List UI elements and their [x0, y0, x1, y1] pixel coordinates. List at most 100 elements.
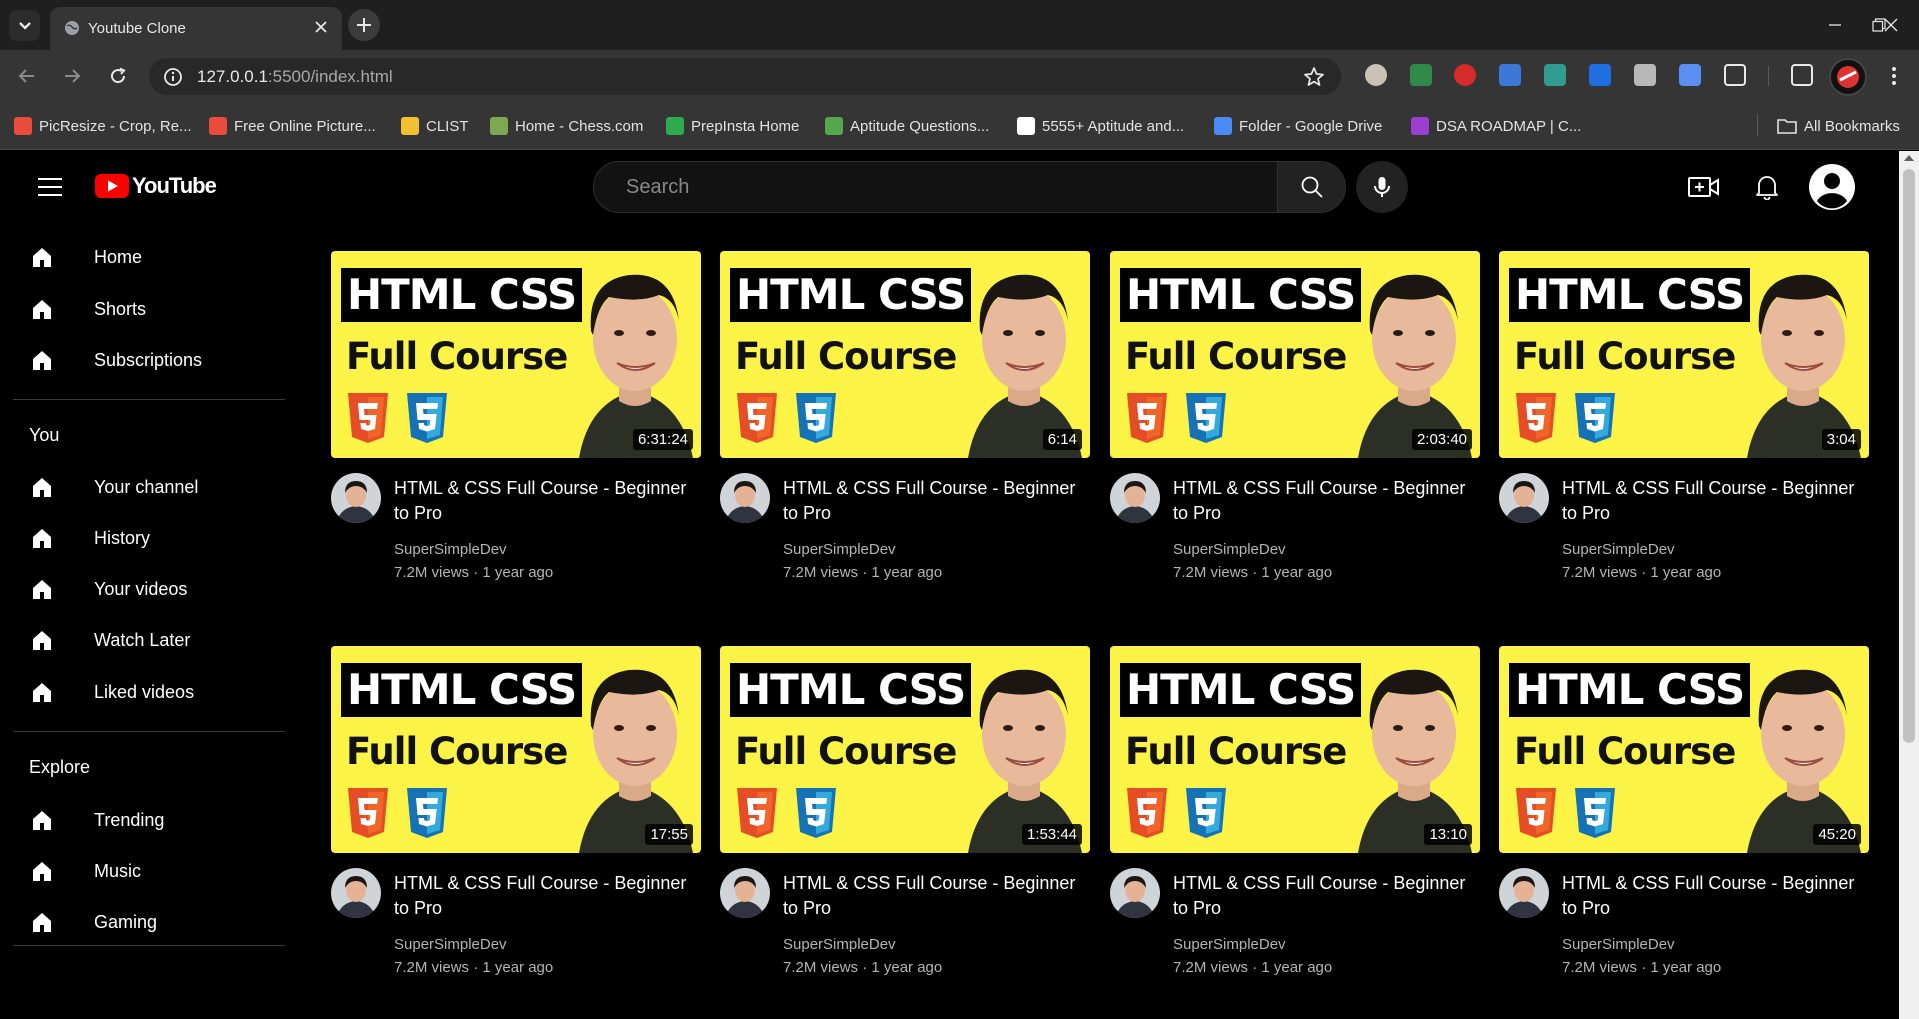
video-card[interactable]: HTML CSS Full Course 2:03:40 HTML & CSS …: [1110, 251, 1480, 581]
back-button[interactable]: [13, 62, 41, 90]
bookmark-item[interactable]: Home - Chess.com: [490, 115, 643, 137]
video-channel-name[interactable]: SuperSimpleDev: [783, 936, 896, 953]
video-channel-name[interactable]: SuperSimpleDev: [1173, 541, 1286, 558]
channel-avatar[interactable]: [1110, 868, 1160, 918]
video-card[interactable]: HTML CSS Full Course 13:10 HTML & CSS Fu…: [1110, 646, 1480, 976]
search-button[interactable]: [1277, 162, 1345, 212]
video-channel-name[interactable]: SuperSimpleDev: [394, 541, 507, 558]
scrollbar-thumb[interactable]: [1903, 169, 1915, 743]
voice-search-button[interactable]: [1356, 161, 1408, 213]
extension-calendar-icon[interactable]: [1410, 64, 1432, 86]
video-channel-name[interactable]: SuperSimpleDev: [783, 541, 896, 558]
sidebar-item-trending[interactable]: Trending: [30, 800, 290, 840]
forward-button[interactable]: [58, 62, 86, 90]
video-thumbnail[interactable]: HTML CSS Full Course 13:10: [1110, 646, 1480, 853]
video-card[interactable]: HTML CSS Full Course 1:53:44 HTML & CSS …: [720, 646, 1090, 976]
star-icon[interactable]: [1303, 66, 1325, 88]
notifications-button[interactable]: [1749, 169, 1785, 205]
video-thumbnail[interactable]: HTML CSS Full Course 3:04: [1499, 251, 1869, 458]
bookmark-item[interactable]: Free Online Picture...: [209, 115, 376, 137]
presenter-photo: [968, 274, 1082, 458]
channel-avatar[interactable]: [1499, 473, 1549, 523]
new-tab-button[interactable]: [348, 9, 380, 41]
hamburger-menu-button[interactable]: [38, 177, 62, 197]
channel-avatar[interactable]: [720, 868, 770, 918]
sidebar-item-gaming[interactable]: Gaming: [30, 902, 290, 942]
sidebar-item-subscriptions[interactable]: Subscriptions: [30, 340, 290, 380]
menu-line: [38, 186, 62, 188]
video-channel-name[interactable]: SuperSimpleDev: [1562, 541, 1675, 558]
sidebar-item-your-channel[interactable]: Your channel: [30, 467, 290, 507]
bookmark-item[interactable]: 5555+ Aptitude and...: [1017, 115, 1184, 137]
extension-hand-icon[interactable]: [1454, 64, 1476, 86]
sidebar-item-home[interactable]: Home: [30, 237, 290, 277]
video-title[interactable]: HTML & CSS Full Course - Beginner to Pro: [394, 476, 701, 526]
bookmark-label: CLIST: [426, 117, 469, 135]
sidebar-item-history[interactable]: History: [30, 518, 290, 558]
sidebar-item-your-videos[interactable]: Your videos: [30, 569, 290, 609]
video-channel-name[interactable]: SuperSimpleDev: [1173, 936, 1286, 953]
browser-profile-avatar[interactable]: [1829, 58, 1867, 96]
channel-avatar[interactable]: [331, 473, 381, 523]
bookmark-item[interactable]: Folder - Google Drive: [1214, 115, 1382, 137]
bookmark-item[interactable]: PicResize - Crop, Re...: [14, 115, 192, 137]
all-bookmarks-button[interactable]: All Bookmarks: [1777, 115, 1900, 137]
scroll-up-arrow-icon[interactable]: [1904, 155, 1914, 161]
channel-avatar[interactable]: [1499, 868, 1549, 918]
video-thumbnail[interactable]: HTML CSS Full Course 6:14: [720, 251, 1090, 458]
channel-avatar[interactable]: [720, 473, 770, 523]
side-panel-icon[interactable]: [1791, 64, 1813, 86]
channel-avatar[interactable]: [331, 868, 381, 918]
create-video-button[interactable]: [1686, 169, 1722, 205]
tab-search-button[interactable]: [9, 10, 40, 41]
video-card[interactable]: HTML CSS Full Course 3:04 HTML & CSS Ful…: [1499, 251, 1869, 581]
bookmark-item[interactable]: CLIST: [401, 115, 469, 137]
video-thumbnail[interactable]: HTML CSS Full Course 6:31:24: [331, 251, 701, 458]
video-title[interactable]: HTML & CSS Full Course - Beginner to Pro: [783, 476, 1090, 526]
video-title[interactable]: HTML & CSS Full Course - Beginner to Pro: [783, 871, 1090, 921]
channel-avatar-image: [720, 473, 770, 523]
video-thumbnail[interactable]: HTML CSS Full Course 2:03:40: [1110, 251, 1480, 458]
sidebar-item-watch-later[interactable]: Watch Later: [30, 620, 290, 660]
bookmark-label: Free Online Picture...: [234, 117, 376, 135]
extension-owl-icon[interactable]: [1365, 64, 1387, 86]
search-input[interactable]: [594, 162, 1278, 212]
reload-button[interactable]: [104, 62, 132, 90]
sidebar-item-music[interactable]: Music: [30, 851, 290, 891]
account-avatar-button[interactable]: [1808, 163, 1856, 211]
bookmark-item[interactable]: PrepInsta Home: [666, 115, 799, 137]
close-window-button[interactable]: [1878, 12, 1904, 38]
extension-trello-icon[interactable]: [1589, 64, 1611, 86]
tab-close-button[interactable]: [310, 16, 332, 38]
youtube-logo[interactable]: YouTube: [95, 173, 217, 199]
video-title[interactable]: HTML & CSS Full Course - Beginner to Pro: [1173, 476, 1480, 526]
sidebar-item-shorts[interactable]: Shorts: [30, 289, 290, 329]
extension-calculator-icon[interactable]: [1544, 64, 1566, 86]
bookmark-item[interactable]: Aptitude Questions...: [825, 115, 989, 137]
video-thumbnail[interactable]: HTML CSS Full Course 17:55: [331, 646, 701, 853]
video-title[interactable]: HTML & CSS Full Course - Beginner to Pro: [1562, 871, 1869, 921]
extension-translate-icon[interactable]: [1679, 64, 1701, 86]
minimize-button[interactable]: [1822, 12, 1848, 38]
video-title[interactable]: HTML & CSS Full Course - Beginner to Pro: [1562, 476, 1869, 526]
video-card[interactable]: HTML CSS Full Course 45:20 HTML & CSS Fu…: [1499, 646, 1869, 976]
extension-printer-icon[interactable]: [1634, 64, 1656, 86]
channel-avatar[interactable]: [1110, 473, 1160, 523]
bookmark-item[interactable]: DSA ROADMAP | C...: [1411, 115, 1581, 137]
video-card[interactable]: HTML CSS Full Course 17:55 HTML & CSS Fu…: [331, 646, 701, 976]
video-card[interactable]: HTML CSS Full Course 6:31:24 HTML & CSS …: [331, 251, 701, 581]
video-title[interactable]: HTML & CSS Full Course - Beginner to Pro: [394, 871, 701, 921]
page-scrollbar[interactable]: [1899, 151, 1919, 1019]
video-thumbnail[interactable]: HTML CSS Full Course 1:53:44: [720, 646, 1090, 853]
sidebar-item-liked-videos[interactable]: Liked videos: [30, 672, 290, 712]
browser-menu-button[interactable]: [1880, 62, 1908, 90]
extension-screen-icon[interactable]: [1499, 64, 1521, 86]
address-bar[interactable]: 127.0.0.1:5500/index.html: [149, 58, 1341, 95]
browser-tab-active[interactable]: Youtube Clone: [50, 7, 342, 50]
video-channel-name[interactable]: SuperSimpleDev: [394, 936, 507, 953]
video-title[interactable]: HTML & CSS Full Course - Beginner to Pro: [1173, 871, 1480, 921]
video-card[interactable]: HTML CSS Full Course 6:14 HTML & CSS Ful…: [720, 251, 1090, 581]
video-thumbnail[interactable]: HTML CSS Full Course 45:20: [1499, 646, 1869, 853]
video-channel-name[interactable]: SuperSimpleDev: [1562, 936, 1675, 953]
extensions-puzzle-icon[interactable]: [1724, 64, 1746, 86]
